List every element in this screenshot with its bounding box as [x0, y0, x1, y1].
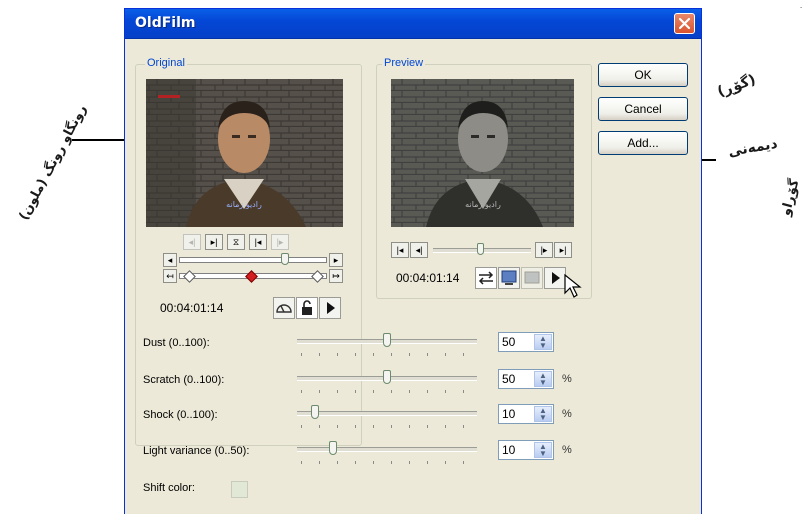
param-row: Scratch (0..100): 50 ▲ ▼% — [125, 368, 701, 398]
oldfilm-dialog: OldFilm Original رادیو زمانه ◂| ▸| ⧖ |◂ … — [124, 8, 702, 514]
preview-image: رادیو زمانه — [391, 79, 574, 227]
param-spinbox[interactable]: 50 ▲ ▼ — [498, 369, 554, 389]
param-slider-ticks — [301, 353, 481, 356]
mark-out-button[interactable]: |◂ — [249, 234, 267, 250]
trim-start-button[interactable]: ↤ — [163, 269, 177, 283]
mouse-cursor-icon — [564, 273, 582, 298]
annotation-right-2: دیمەنی — [726, 135, 779, 161]
svg-text:رادیو زمانه: رادیو زمانه — [226, 200, 262, 209]
compare-icon — [478, 271, 494, 285]
annotation-right-3: گۆڕاو — [778, 177, 803, 218]
preview-window-button[interactable] — [498, 267, 520, 289]
original-trim-toolbar: ◂| ▸| ⧖ |◂ |▸ — [183, 234, 303, 250]
preview-prev-button[interactable]: ◂| — [410, 242, 428, 258]
param-value: 50 — [502, 335, 516, 349]
screen-icon — [524, 271, 540, 284]
trim-end-button[interactable]: ↦ — [329, 269, 343, 283]
param-row: Dust (0..100): 50 ▲ ▼ — [125, 331, 701, 361]
param-slider-track[interactable] — [297, 411, 477, 416]
play-original-button[interactable] — [319, 297, 341, 319]
mark-in-button[interactable]: ▸| — [205, 234, 223, 250]
preview-end-button[interactable]: ▸| — [554, 242, 572, 258]
prev-frame-button[interactable]: ◂ — [163, 253, 177, 267]
preview-timecode: 00:04:01:14 — [396, 271, 460, 285]
preview-frame-drawing: رادیو زمانه — [391, 79, 574, 227]
close-button[interactable] — [674, 13, 695, 34]
gauge-icon — [276, 304, 292, 313]
original-trim-bar: ↤ ↦ — [163, 269, 343, 283]
close-icon — [678, 17, 691, 30]
param-spinbox[interactable]: 10 ▲ ▼ — [498, 404, 554, 424]
param-label: Light variance (0..50): — [143, 445, 250, 457]
param-value: 10 — [502, 407, 516, 421]
play-icon — [552, 272, 560, 284]
param-slider-thumb[interactable] — [311, 405, 319, 419]
mark-range-button[interactable]: ⧖ — [227, 234, 245, 250]
ok-button[interactable]: OK — [598, 63, 688, 87]
original-position-bar: ◂ ▸ — [163, 253, 343, 267]
preview-next-button[interactable]: |▸ — [535, 242, 553, 258]
cancel-button[interactable]: Cancel — [598, 97, 688, 121]
param-value: 10 — [502, 443, 516, 457]
svg-text:رادیو زمانه: رادیو زمانه — [465, 200, 501, 209]
original-legend: Original — [145, 57, 187, 69]
param-slider-thumb[interactable] — [383, 333, 391, 347]
window-title: OldFilm — [135, 15, 196, 31]
spin-arrows-icon[interactable]: ▲ ▼ — [534, 371, 552, 387]
param-row: Light variance (0..50): 10 ▲ ▼% — [125, 439, 701, 469]
play-icon — [327, 302, 335, 314]
param-label: Dust (0..100): — [143, 337, 210, 349]
param-spinbox[interactable]: 10 ▲ ▼ — [498, 440, 554, 460]
param-slider-thumb[interactable] — [383, 370, 391, 384]
position-thumb[interactable] — [281, 253, 289, 265]
param-label: Shock (0..100): — [143, 409, 218, 421]
jump-end-button[interactable]: |▸ — [271, 234, 289, 250]
corner-mark: ˙ — [800, 6, 803, 16]
preview-transport: |◂ ◂| |▸ ▸| — [391, 242, 577, 258]
annotation-right-1: (گۆڕ) — [715, 71, 758, 101]
param-slider-ticks — [301, 425, 481, 428]
preview-thumb[interactable] — [477, 243, 484, 255]
param-slider-ticks — [301, 461, 481, 464]
annotation-left: رونگاو رونگ (ملون) — [16, 102, 90, 223]
lock-button[interactable] — [296, 297, 318, 319]
fullscreen-button[interactable] — [521, 267, 543, 289]
preview-legend: Preview — [382, 57, 426, 69]
speed-button[interactable] — [273, 297, 295, 319]
position-track[interactable] — [179, 257, 327, 263]
param-slider-thumb[interactable] — [329, 441, 337, 455]
param-unit: % — [562, 373, 572, 385]
param-slider-track[interactable] — [297, 447, 477, 452]
param-spinbox[interactable]: 50 ▲ ▼ — [498, 332, 554, 352]
param-unit: % — [562, 444, 572, 456]
spin-arrows-icon[interactable]: ▲ ▼ — [534, 334, 552, 350]
add-button[interactable]: Add... — [598, 131, 688, 155]
next-frame-button[interactable]: ▸ — [329, 253, 343, 267]
spin-arrows-icon[interactable]: ▲ ▼ — [534, 442, 552, 458]
jump-start-button[interactable]: ◂| — [183, 234, 201, 250]
shift-color-swatch[interactable] — [231, 481, 248, 498]
lock-icon — [302, 300, 312, 315]
param-slider-ticks — [301, 390, 481, 393]
monitor-icon — [501, 270, 517, 285]
original-frame-drawing: رادیو زمانه — [146, 79, 343, 227]
original-image: رادیو زمانه — [146, 79, 343, 227]
param-label: Scratch (0..100): — [143, 374, 225, 386]
param-unit: % — [562, 408, 572, 420]
spin-arrows-icon[interactable]: ▲ ▼ — [534, 406, 552, 422]
title-bar[interactable]: OldFilm — [125, 9, 701, 39]
param-row: Shock (0..100): 10 ▲ ▼% — [125, 403, 701, 433]
shift-color-label: Shift color: — [143, 482, 195, 494]
compare-button[interactable] — [475, 267, 497, 289]
original-timecode: 00:04:01:14 — [160, 301, 224, 315]
preview-home-button[interactable]: |◂ — [391, 242, 409, 258]
param-value: 50 — [502, 372, 516, 386]
